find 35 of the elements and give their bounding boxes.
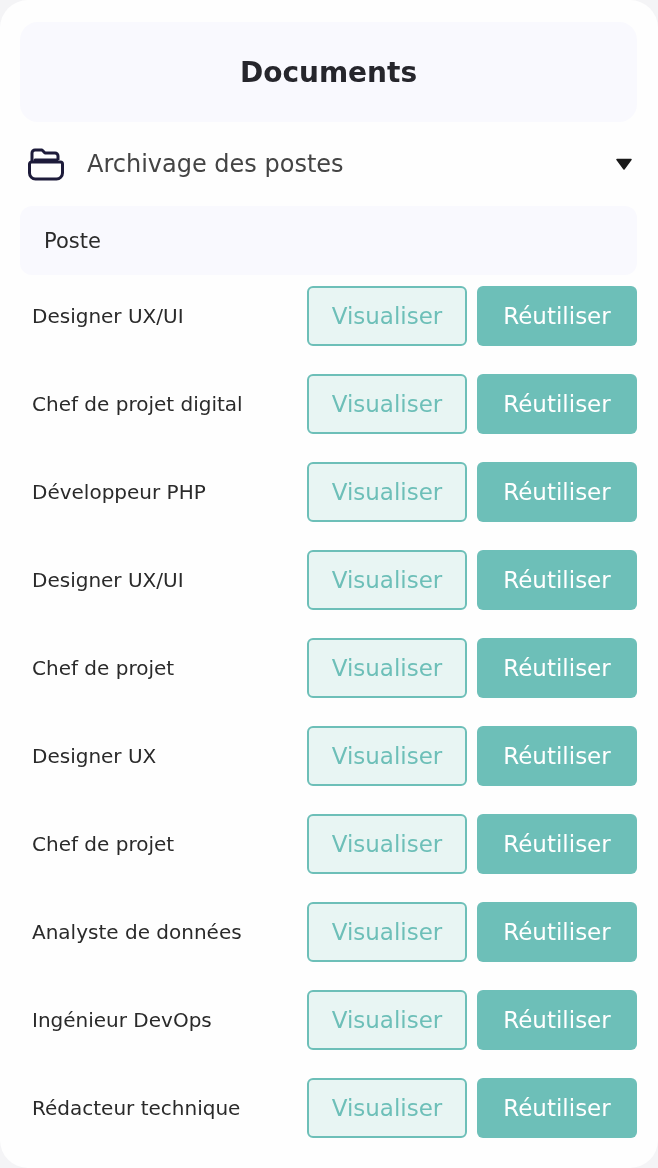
page-title: Documents [239, 55, 418, 89]
reuse-button[interactable]: Réutiliser [477, 814, 637, 874]
view-button[interactable]: Visualiser [307, 814, 467, 874]
view-button[interactable]: Visualiser [307, 638, 467, 698]
column-header: Poste [44, 228, 101, 253]
reuse-button[interactable]: Réutiliser [477, 990, 637, 1050]
job-title: Développeur PHP [32, 480, 207, 504]
job-title: Chef de projet [32, 832, 176, 856]
view-button[interactable]: Visualiser [307, 990, 467, 1050]
job-title: Rédacteur technique [32, 1096, 242, 1120]
reuse-button[interactable]: Réutiliser [477, 550, 637, 610]
reuse-button[interactable]: Réutiliser [477, 1078, 637, 1138]
view-button[interactable]: Visualiser [307, 902, 467, 962]
job-title: Chef de projet [32, 656, 176, 680]
reuse-button[interactable]: Réutiliser [477, 726, 637, 786]
reuse-button[interactable]: Réutiliser [477, 462, 637, 522]
job-title: Chef de projet digital [32, 392, 244, 416]
reuse-button[interactable]: Réutiliser [477, 902, 637, 962]
reuse-button[interactable]: Réutiliser [477, 374, 637, 434]
job-title: Analyste de données [32, 920, 243, 944]
view-button[interactable]: Visualiser [307, 550, 467, 610]
section-toggle[interactable]: Archivage des postes [20, 122, 637, 206]
reuse-button[interactable]: Réutiliser [477, 638, 637, 698]
view-button[interactable]: Visualiser [307, 726, 467, 786]
folder-icon [27, 146, 65, 182]
view-button[interactable]: Visualiser [307, 1078, 467, 1138]
job-title: Ingénieur DevOps [32, 1008, 213, 1032]
job-title: Designer UX/UI [32, 568, 185, 592]
job-title: Designer UX/UI [32, 304, 185, 328]
job-title: Designer UX [32, 744, 158, 768]
reuse-button[interactable]: Réutiliser [477, 286, 637, 346]
view-button[interactable]: Visualiser [307, 462, 467, 522]
view-button[interactable]: Visualiser [307, 286, 467, 346]
view-button[interactable]: Visualiser [307, 374, 467, 434]
section-title: Archivage des postes [87, 150, 345, 178]
